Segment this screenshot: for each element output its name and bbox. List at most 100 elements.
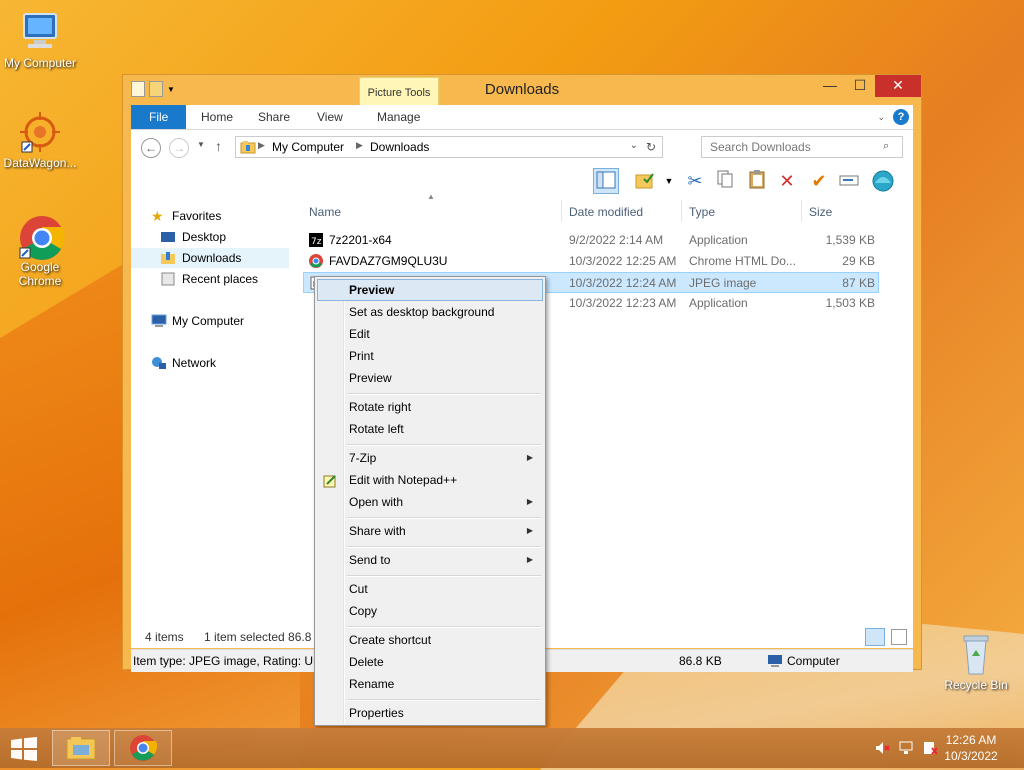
- menu-item-delete[interactable]: Delete: [317, 651, 543, 673]
- desktop-icon-label: Recycle Bin: [944, 678, 1008, 692]
- menu-separator: [347, 699, 541, 701]
- network-icon[interactable]: [898, 740, 914, 756]
- breadcrumb-downloads[interactable]: Downloads: [370, 140, 429, 154]
- menu-separator: [347, 626, 541, 628]
- menu-item-send-to[interactable]: Send to ▶: [317, 549, 543, 571]
- desktop-icon-my-computer[interactable]: My Computer: [0, 10, 80, 70]
- menu-item-preview-default[interactable]: Preview: [317, 279, 543, 301]
- taskbar-file-explorer[interactable]: [52, 730, 110, 766]
- menu-item-rename[interactable]: Rename: [317, 673, 543, 695]
- desktop-icon-google-chrome[interactable]: Google Chrome: [0, 214, 80, 288]
- search-icon[interactable]: ⌕: [883, 140, 889, 153]
- system-tray: 12:26 AM 10/3/2022: [824, 728, 1024, 768]
- large-icons-view-icon[interactable]: [891, 629, 907, 645]
- chevron-down-icon[interactable]: ⌄: [877, 112, 885, 123]
- maximize-button[interactable]: ☐: [845, 75, 875, 97]
- shell-icon[interactable]: [871, 169, 895, 193]
- search-input[interactable]: Search Downloads: [701, 136, 903, 158]
- folder-check-icon[interactable]: [633, 169, 657, 193]
- minimize-button[interactable]: —: [815, 75, 845, 97]
- desktop-icon: [161, 230, 175, 244]
- column-name[interactable]: Name: [309, 200, 341, 224]
- preview-pane-icon[interactable]: [593, 168, 619, 194]
- menu-item-edit[interactable]: Edit: [317, 323, 543, 345]
- datawagon-icon: [18, 110, 62, 154]
- column-separator[interactable]: [681, 200, 682, 222]
- rename-icon[interactable]: [837, 169, 861, 193]
- column-size[interactable]: Size: [809, 200, 832, 224]
- refresh-icon[interactable]: ↻: [646, 140, 656, 154]
- tab-view[interactable]: View: [307, 105, 353, 129]
- start-button[interactable]: [10, 737, 38, 761]
- desktop-icon-recycle-bin[interactable]: Recycle Bin: [936, 632, 1016, 692]
- item-size-info: 86.8 KB: [679, 654, 722, 668]
- tab-file[interactable]: File: [131, 105, 187, 129]
- clock[interactable]: 12:26 AM 10/3/2022: [936, 732, 1006, 764]
- nav-downloads[interactable]: Downloads: [131, 248, 289, 268]
- nav-my-computer[interactable]: My Computer: [131, 311, 289, 331]
- menu-item-print[interactable]: Print: [317, 345, 543, 367]
- recent-places-icon: [161, 272, 175, 286]
- menu-item-7zip[interactable]: 7-Zip ▶: [317, 447, 543, 469]
- help-icon[interactable]: ?: [893, 109, 909, 125]
- menu-item-copy[interactable]: Copy: [317, 600, 543, 622]
- menu-separator: [347, 546, 541, 548]
- menu-item-open-with[interactable]: Open with ▶: [317, 491, 543, 513]
- tab-share[interactable]: Share: [248, 105, 300, 129]
- computer-icon: [18, 10, 62, 54]
- ribbon-right-controls: ⌄ ?: [877, 109, 909, 125]
- column-date-modified[interactable]: Date modified: [569, 200, 643, 224]
- column-type[interactable]: Type: [689, 200, 715, 224]
- menu-item-share-with[interactable]: Share with ▶: [317, 520, 543, 542]
- chevron-down-icon[interactable]: ▼: [657, 169, 681, 193]
- 7zip-app-icon: 7z: [309, 233, 323, 247]
- network-icon: [151, 356, 166, 370]
- tab-home[interactable]: Home: [191, 105, 243, 129]
- desktop-icon-datawagon[interactable]: DataWagon...: [0, 110, 80, 170]
- check-icon[interactable]: ✔: [807, 169, 831, 193]
- forward-button[interactable]: →: [169, 138, 189, 158]
- menu-item-set-desktop-background[interactable]: Set as desktop background: [317, 301, 543, 323]
- nav-desktop[interactable]: Desktop: [131, 227, 289, 247]
- paste-icon[interactable]: [745, 169, 769, 193]
- column-separator[interactable]: [561, 200, 562, 222]
- menu-separator: [347, 393, 541, 395]
- location-info: Computer: [787, 654, 840, 668]
- menu-item-preview[interactable]: Preview: [317, 367, 543, 389]
- breadcrumb-separator-icon: ▶: [258, 140, 265, 150]
- details-view-icon[interactable]: [865, 628, 885, 646]
- nav-network[interactable]: Network: [131, 353, 289, 373]
- address-bar[interactable]: ▶ My Computer ▶ Downloads ⌄ ↻: [235, 136, 663, 158]
- volume-muted-icon[interactable]: [874, 740, 890, 756]
- cut-icon[interactable]: ✂: [683, 169, 707, 193]
- up-button[interactable]: ↑: [215, 138, 222, 154]
- table-row[interactable]: 7z 7z2201-x64 9/2/2022 2:14 AM Applicati…: [303, 230, 879, 251]
- chrome-icon: [18, 214, 65, 260]
- close-button[interactable]: ✕: [875, 75, 921, 97]
- menu-item-edit-notepadpp[interactable]: Edit with Notepad++: [317, 469, 543, 491]
- back-button[interactable]: ←: [141, 138, 161, 158]
- menu-item-rotate-left[interactable]: Rotate left: [317, 418, 543, 440]
- delete-icon[interactable]: ✕: [775, 169, 799, 193]
- desktop-icon-label: DataWagon...: [3, 156, 77, 170]
- menu-item-cut[interactable]: Cut: [317, 578, 543, 600]
- breadcrumb-my-computer[interactable]: My Computer: [272, 140, 344, 154]
- menu-item-create-shortcut[interactable]: Create shortcut: [317, 629, 543, 651]
- selection-info: 1 item selected 86.8 KB: [204, 630, 331, 644]
- nav-recent-places[interactable]: Recent places: [131, 269, 289, 289]
- recent-locations-icon[interactable]: ▼: [197, 140, 205, 149]
- sort-ascending-icon: ▲: [427, 192, 435, 201]
- tab-manage[interactable]: Manage: [367, 105, 430, 129]
- table-row[interactable]: FAVDAZ7GM9QLU3U 10/3/2022 12:25 AM Chrom…: [303, 251, 879, 272]
- taskbar-chrome[interactable]: [114, 730, 172, 766]
- submenu-arrow-icon: ▶: [526, 453, 533, 462]
- item-type-info: Item type: JPEG image, Rating: Unr: [133, 654, 324, 668]
- notepadpp-icon: [323, 473, 337, 488]
- copy-icon[interactable]: [713, 169, 737, 193]
- column-separator[interactable]: [801, 200, 802, 222]
- menu-item-rotate-right[interactable]: Rotate right: [317, 396, 543, 418]
- nav-favorites[interactable]: ★ Favorites: [131, 206, 289, 226]
- title-bar[interactable]: ▼ Picture Tools Downloads — ☐ ✕: [123, 75, 921, 105]
- menu-item-properties[interactable]: Properties: [317, 702, 543, 724]
- address-dropdown-icon[interactable]: ⌄: [630, 140, 638, 151]
